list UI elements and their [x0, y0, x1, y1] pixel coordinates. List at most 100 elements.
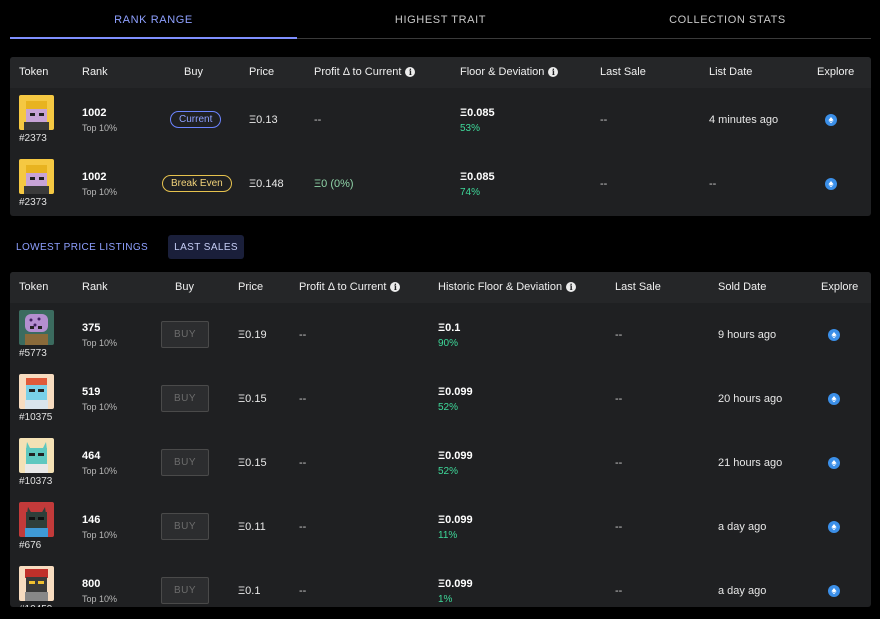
table-row: #5773 375 Top 10% BUY Ξ0.19 -- Ξ0.1 90% -- 9 hour… — [10, 303, 871, 367]
list-date-value: -- — [709, 178, 717, 190]
token-id[interactable]: #10375 — [19, 412, 52, 423]
profit-value: -- — [299, 329, 307, 341]
header-sold-date: Sold Date — [718, 281, 767, 293]
price-value: Ξ0.148 — [249, 178, 284, 190]
rank-value: 1002 — [82, 107, 107, 119]
token-avatar[interactable] — [19, 374, 54, 409]
deviation-value: 90% — [438, 338, 459, 349]
explore-icon[interactable] — [825, 178, 837, 190]
header-profit-label: Profit Δ to Current — [314, 66, 402, 78]
rank-top: Top 10% — [82, 123, 118, 133]
deviation-value: 1% — [438, 594, 453, 605]
rank-top: Top 10% — [82, 594, 118, 604]
header-profit-label: Profit Δ to Current — [299, 281, 387, 293]
last-sale-value: -- — [600, 114, 608, 126]
header-rank: Rank — [82, 281, 108, 293]
deviation-value: 53% — [460, 123, 481, 134]
explore-icon[interactable] — [828, 585, 840, 597]
header-price: Price — [249, 66, 275, 78]
profit-value: -- — [299, 585, 307, 597]
header-buy: Buy — [184, 66, 203, 78]
table-row: #10459 800 Top 10% BUY Ξ0.1 -- Ξ0.099 1% -- a day… — [10, 559, 871, 607]
last-sale-value: -- — [615, 585, 623, 597]
info-icon[interactable]: i — [566, 282, 577, 292]
buy-button[interactable]: BUY — [161, 513, 209, 540]
table-row: #10373 464 Top 10% BUY Ξ0.15 -- Ξ0.099 52% -- 21 … — [10, 431, 871, 495]
token-avatar[interactable] — [19, 310, 54, 345]
token-id[interactable]: #10373 — [19, 476, 52, 487]
explore-icon[interactable] — [828, 521, 840, 533]
last-sale-value: -- — [615, 393, 623, 405]
last-sale-value: -- — [615, 329, 623, 341]
deviation-value: 52% — [438, 402, 459, 413]
header-profit: Profit Δ to Current i — [299, 281, 401, 293]
buy-button[interactable]: BUY — [161, 321, 209, 348]
header-price: Price — [238, 281, 264, 293]
sold-date-value: 20 hours ago — [718, 393, 783, 405]
token-id[interactable]: #676 — [19, 540, 41, 551]
rank-top: Top 10% — [82, 187, 118, 197]
header-profit: Profit Δ to Current i — [314, 66, 416, 78]
tab-last-sales[interactable]: LAST SALES — [168, 235, 244, 259]
table-row: #10375 519 Top 10% BUY Ξ0.15 -- Ξ0.099 52% -- 20 … — [10, 367, 871, 431]
profit-value: -- — [314, 114, 322, 126]
tab-rank-range[interactable]: RANK RANGE — [10, 0, 297, 39]
header-floor: Floor & Deviation i — [460, 66, 559, 78]
floor-value: Ξ0.099 — [438, 578, 473, 590]
rank-range-table: Token Rank Buy Price Profit Δ to Current… — [10, 57, 871, 216]
floor-value: Ξ0.085 — [460, 171, 495, 183]
header-floor: Historic Floor & Deviation i — [438, 281, 577, 293]
last-sales-table: Token Rank Buy Price Profit Δ to Current… — [10, 272, 871, 607]
list-date-value: 4 minutes ago — [709, 114, 779, 126]
token-avatar[interactable] — [19, 502, 54, 537]
buy-button[interactable]: BUY — [161, 385, 209, 412]
explore-icon[interactable] — [828, 457, 840, 469]
current-badge[interactable]: Current — [170, 111, 222, 128]
info-icon[interactable]: i — [390, 282, 401, 292]
table-row: #2373 1002 Top 10% Current Ξ0.13 -- Ξ0.0… — [10, 88, 871, 152]
token-id[interactable]: #2373 — [19, 197, 47, 208]
price-value: Ξ0.11 — [238, 521, 266, 533]
info-icon[interactable]: i — [405, 67, 416, 77]
token-avatar[interactable] — [19, 566, 54, 601]
deviation-value: 11% — [438, 530, 458, 541]
explore-icon[interactable] — [828, 393, 840, 405]
token-avatar[interactable] — [19, 159, 54, 194]
price-value: Ξ0.15 — [238, 393, 267, 405]
sold-date-value: a day ago — [718, 585, 767, 597]
buy-button[interactable]: BUY — [161, 449, 209, 476]
rank-top: Top 10% — [82, 338, 118, 348]
explore-icon[interactable] — [825, 114, 837, 126]
header-explore: Explore — [821, 281, 859, 293]
header-explore: Explore — [817, 66, 855, 78]
header-list-date: List Date — [709, 66, 753, 78]
tab-lowest-price-listings[interactable]: LOWEST PRICE LISTINGS — [10, 235, 154, 259]
header-last-sale: Last Sale — [615, 281, 661, 293]
listing-subtabs: LOWEST PRICE LISTINGS LAST SALES — [10, 235, 244, 259]
profit-value: -- — [299, 457, 307, 469]
table-header: Token Rank Buy Price Profit Δ to Current… — [10, 272, 871, 303]
price-value: Ξ0.1 — [238, 585, 261, 597]
floor-value: Ξ0.085 — [460, 107, 495, 119]
header-last-sale: Last Sale — [600, 66, 646, 78]
floor-value: Ξ0.099 — [438, 514, 473, 526]
tab-highest-trait[interactable]: HIGHEST TRAIT — [297, 0, 584, 38]
header-rank: Rank — [82, 66, 108, 78]
header-token: Token — [19, 66, 49, 78]
buy-button[interactable]: BUY — [161, 577, 209, 604]
last-sale-value: -- — [615, 521, 623, 533]
break-even-badge[interactable]: Break Even — [162, 175, 232, 192]
token-id[interactable]: #5773 — [19, 348, 47, 359]
explore-icon[interactable] — [828, 329, 840, 341]
token-id[interactable]: #10459 — [19, 604, 52, 607]
info-icon[interactable]: i — [548, 67, 559, 77]
table-row: #676 146 Top 10% BUY Ξ0.11 -- Ξ0.099 11% -- a day… — [10, 495, 871, 559]
sold-date-value: 21 hours ago — [718, 457, 783, 469]
profit-value: -- — [299, 521, 307, 533]
tab-collection-stats[interactable]: COLLECTION STATS — [584, 0, 871, 38]
rank-value: 375 — [82, 322, 101, 334]
profit-value: -- — [299, 393, 307, 405]
token-avatar[interactable] — [19, 438, 54, 473]
token-avatar[interactable] — [19, 95, 54, 130]
token-id[interactable]: #2373 — [19, 133, 47, 144]
